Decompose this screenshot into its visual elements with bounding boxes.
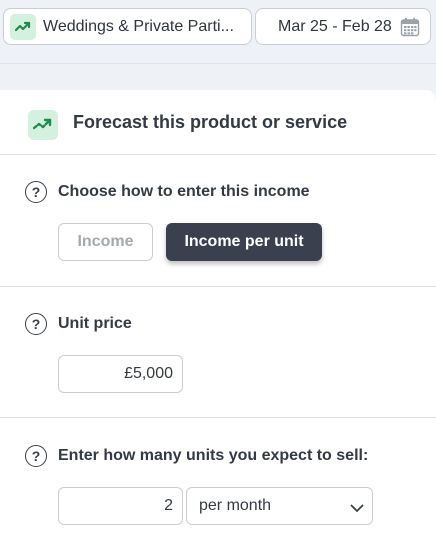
help-icon[interactable]: ? [25,445,47,467]
units-question: ? Enter how many units you expect to sel… [25,445,368,467]
income-option-button[interactable]: Income [58,223,153,261]
card-title: Forecast this product or service [73,112,348,132]
income-per-unit-option-button[interactable]: Income per unit [166,223,322,261]
product-selector-label: Weddings & Private Parti... [43,17,234,35]
units-period-value: per month [199,497,272,514]
units-label: Enter how many units you expect to sell: [58,447,369,464]
card-header: Forecast this product or service [0,90,436,154]
date-range-label: Mar 25 - Feb 28 [278,17,392,35]
trend-icon [10,13,36,40]
divider [0,286,436,287]
unit-price-input[interactable]: £5,000 [58,355,183,393]
help-icon[interactable]: ? [25,313,47,335]
divider [0,154,436,155]
date-range-selector[interactable]: Mar 25 - Feb 28 [255,8,431,45]
units-period-select[interactable]: per month [186,487,373,525]
divider [0,417,436,418]
trend-icon [28,110,58,140]
chevron-down-icon [350,500,364,518]
product-selector[interactable]: Weddings & Private Parti... [3,8,252,45]
entry-method-label: Choose how to enter this income [58,183,310,200]
entry-method-question: ? Choose how to enter this income [25,181,310,203]
help-icon[interactable]: ? [25,181,47,203]
units-quantity-input[interactable]: 2 [58,487,183,525]
unit-price-label: Unit price [58,315,132,332]
units-quantity-value: 2 [164,497,173,514]
unit-price-value: £5,000 [124,365,173,382]
forecast-card: Forecast this product or service ? Choos… [0,90,436,550]
top-bar: Weddings & Private Parti... Mar 25 - Feb… [0,0,436,64]
calendar-icon [400,17,420,42]
unit-price-question: ? Unit price [25,313,132,335]
